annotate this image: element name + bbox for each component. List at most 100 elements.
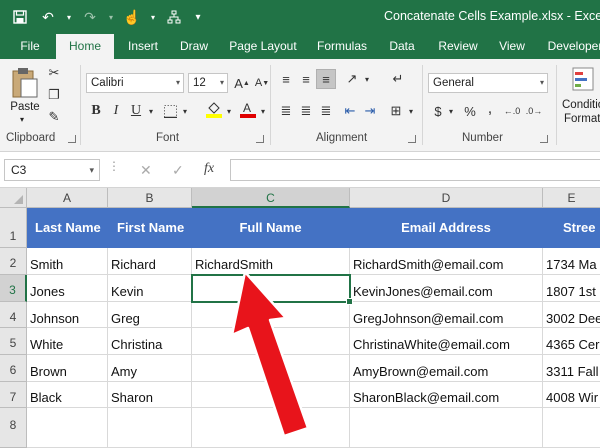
tab-review[interactable]: Review: [430, 34, 486, 59]
table-cell[interactable]: [192, 355, 350, 382]
table-cell[interactable]: 3311 Fall: [543, 355, 600, 382]
table-cell[interactable]: [543, 408, 600, 448]
comma-button[interactable]: ,: [480, 99, 500, 119]
tab-insert[interactable]: Insert: [118, 34, 168, 59]
increase-indent-icon[interactable]: ⇥: [360, 101, 380, 121]
table-cell[interactable]: Kevin: [108, 275, 192, 302]
table-cell[interactable]: [108, 408, 192, 448]
header-cell-first-name[interactable]: First Name: [108, 208, 192, 248]
currency-dropdown-icon[interactable]: ▾: [446, 101, 456, 121]
font-color-dropdown-icon[interactable]: ▾: [258, 101, 268, 121]
font-color-icon[interactable]: A: [238, 99, 258, 119]
undo-icon[interactable]: ↶: [36, 6, 60, 28]
column-header-a[interactable]: A: [27, 188, 108, 208]
table-cell[interactable]: 4008 Wir: [543, 382, 600, 408]
table-cell[interactable]: 1807 1st: [543, 275, 600, 302]
table-cell[interactable]: Jones: [27, 275, 108, 302]
table-cell[interactable]: 1734 Ma: [543, 248, 600, 275]
table-cell[interactable]: Brown: [27, 355, 108, 382]
align-middle-icon[interactable]: ≡: [296, 69, 316, 89]
row-header-3[interactable]: 3: [0, 275, 27, 302]
touch-dropdown-icon[interactable]: ▾: [148, 6, 158, 28]
tab-data[interactable]: Data: [380, 34, 424, 59]
wrap-text-icon[interactable]: ↵: [388, 69, 408, 89]
tab-file[interactable]: File: [8, 34, 52, 59]
row-header-4[interactable]: 4: [0, 302, 27, 328]
tab-draw[interactable]: Draw: [172, 34, 216, 59]
clipboard-launcher-icon[interactable]: [68, 135, 76, 143]
orientation-icon[interactable]: ↗: [342, 69, 362, 89]
redo-icon[interactable]: ↷: [78, 6, 102, 28]
tab-formulas[interactable]: Formulas: [310, 34, 374, 59]
column-header-c[interactable]: C: [192, 188, 350, 208]
fill-color-dropdown-icon[interactable]: ▾: [224, 101, 234, 121]
save-icon[interactable]: [8, 6, 32, 28]
table-cell[interactable]: [27, 408, 108, 448]
format-painter-icon[interactable]: ✎: [44, 107, 64, 127]
number-launcher-icon[interactable]: [540, 135, 548, 143]
table-cell[interactable]: Amy: [108, 355, 192, 382]
row-header-1[interactable]: 1: [0, 208, 27, 248]
conditional-formatting-button[interactable]: Conditional Formatt: [560, 65, 600, 129]
table-cell[interactable]: Johnson: [27, 302, 108, 328]
table-cell[interactable]: AmyBrown@email.com: [350, 355, 543, 382]
tab-developer[interactable]: Developer: [540, 34, 600, 59]
orientation-dropdown-icon[interactable]: ▾: [362, 69, 372, 89]
cancel-icon[interactable]: ✕: [140, 162, 152, 179]
align-left-icon[interactable]: ≣: [276, 101, 296, 121]
decrease-decimal-icon[interactable]: .0→: [524, 101, 544, 121]
column-header-e[interactable]: E: [543, 188, 600, 208]
header-cell-email[interactable]: Email Address: [350, 208, 543, 248]
increase-decimal-icon[interactable]: ←.0: [502, 101, 522, 121]
decrease-font-icon[interactable]: A ▼: [252, 73, 272, 93]
font-size-select[interactable]: 12 ▾: [188, 73, 228, 93]
row-header-2[interactable]: 2: [0, 248, 27, 275]
underline-button[interactable]: U: [126, 101, 146, 121]
table-cell[interactable]: SharonBlack@email.com: [350, 382, 543, 408]
row-header-7[interactable]: 7: [0, 382, 27, 408]
tab-home[interactable]: Home: [56, 34, 114, 59]
table-cell[interactable]: Richard: [108, 248, 192, 275]
table-cell[interactable]: KevinJones@email.com: [350, 275, 543, 302]
formula-input[interactable]: [230, 159, 600, 181]
table-cell[interactable]: Smith: [27, 248, 108, 275]
align-right-icon[interactable]: ≣: [316, 101, 336, 121]
italic-button[interactable]: I: [106, 101, 126, 121]
decrease-indent-icon[interactable]: ⇤: [340, 101, 360, 121]
align-bottom-icon[interactable]: ≡: [316, 69, 336, 89]
enter-icon[interactable]: ✓: [172, 162, 184, 179]
row-header-8[interactable]: 8: [0, 408, 27, 448]
resize-handle-icon[interactable]: ⋮: [108, 160, 120, 172]
table-cell[interactable]: [192, 302, 350, 328]
table-cell[interactable]: ChristinaWhite@email.com: [350, 328, 543, 355]
alignment-launcher-icon[interactable]: [408, 135, 416, 143]
select-all-button[interactable]: [0, 188, 27, 208]
tab-page-layout[interactable]: Page Layout: [222, 34, 304, 59]
table-cell[interactable]: GregJohnson@email.com: [350, 302, 543, 328]
fill-color-icon[interactable]: [204, 99, 224, 119]
font-launcher-icon[interactable]: [256, 135, 264, 143]
table-cell[interactable]: Sharon: [108, 382, 192, 408]
table-cell[interactable]: 4365 Cer: [543, 328, 600, 355]
insert-function-icon[interactable]: fx: [204, 161, 214, 177]
table-cell[interactable]: [192, 408, 350, 448]
name-box[interactable]: C3 ▾: [4, 159, 100, 181]
borders-icon[interactable]: [160, 101, 180, 121]
header-cell-street[interactable]: Stree: [543, 208, 600, 248]
table-cell[interactable]: RichardSmith: [192, 248, 350, 275]
table-cell[interactable]: [350, 408, 543, 448]
percent-button[interactable]: %: [460, 101, 480, 121]
table-cell[interactable]: 3002 Dee: [543, 302, 600, 328]
touch-mode-icon[interactable]: ☝: [120, 6, 144, 28]
table-cell[interactable]: Black: [27, 382, 108, 408]
borders-dropdown-icon[interactable]: ▾: [180, 101, 190, 121]
customize-qat-icon[interactable]: ▾: [190, 6, 206, 28]
row-header-5[interactable]: 5: [0, 328, 27, 355]
merge-center-icon[interactable]: ⊞: [386, 101, 406, 121]
align-top-icon[interactable]: ≡: [276, 69, 296, 89]
header-cell-last-name[interactable]: Last Name: [27, 208, 108, 248]
tab-view[interactable]: View: [490, 34, 534, 59]
align-center-icon[interactable]: ≣: [296, 101, 316, 121]
redo-dropdown-icon[interactable]: ▾: [106, 6, 116, 28]
copy-icon[interactable]: ❐: [44, 85, 64, 105]
